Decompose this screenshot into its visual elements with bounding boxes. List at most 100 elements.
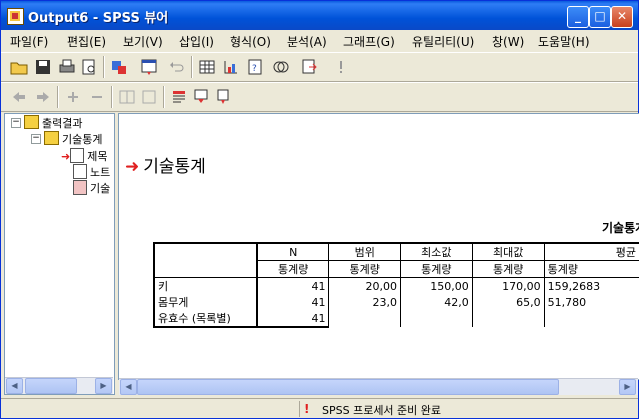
- table-doc-icon: [73, 180, 87, 195]
- menu-window[interactable]: 창(W): [492, 33, 524, 50]
- book-icon: [24, 115, 39, 129]
- scroll-thumb[interactable]: [25, 378, 77, 394]
- designate-window-icon[interactable]: [299, 57, 319, 77]
- menu-graphs[interactable]: 그래프(G): [343, 33, 395, 50]
- table-row: 몸무게 41 23,0 42,0 65,0 51,780: [153, 294, 639, 310]
- cell-value: [328, 310, 401, 327]
- tree-node-label: 기술: [90, 182, 111, 195]
- corner-cell: [153, 260, 257, 278]
- arrow-left-icon[interactable]: [9, 87, 29, 107]
- cell-value: 23,0: [328, 294, 401, 310]
- col-header: 최대값: [471, 242, 545, 261]
- menu-analyze[interactable]: 분석(A): [287, 33, 327, 50]
- goto-data-icon[interactable]: [197, 57, 217, 77]
- title-bar[interactable]: Output6 - SPSS 뷰어 _ □ ✕: [1, 1, 638, 30]
- open-folder-icon[interactable]: [9, 57, 29, 77]
- exclamation-icon[interactable]: [331, 57, 351, 77]
- tree-node-descriptives[interactable]: 기술통계: [44, 131, 103, 146]
- tree-node-label: 노트: [90, 166, 111, 179]
- cell-value: 65,0: [471, 294, 545, 310]
- output-content-pane[interactable]: ➜기술통계 기술통계 N 범위 최소값 최대값 평균 통계량 통계량 통계량 통…: [118, 113, 639, 380]
- print-preview-icon[interactable]: [79, 57, 99, 77]
- col-header: 범위: [328, 242, 401, 261]
- menu-bar: 파일(F) 편집(E) 보기(V) 삽입(I) 형식(O) 분석(A) 그래프(…: [1, 30, 638, 50]
- sub-header: 통계량: [256, 260, 329, 278]
- hide-page-icon[interactable]: [139, 87, 159, 107]
- main-toolbar: ?: [1, 52, 638, 82]
- scroll-right-icon[interactable]: ▶: [95, 378, 112, 394]
- close-button[interactable]: ✕: [611, 6, 633, 28]
- collapse-group-toggle[interactable]: −: [31, 134, 41, 144]
- spss-viewer-window: Output6 - SPSS 뷰어 _ □ ✕ 파일(F) 편집(E) 보기(V…: [0, 0, 639, 419]
- notes-doc-icon: [73, 164, 87, 179]
- status-cell: ! SPSS 프로세서 준비 완료: [299, 401, 635, 417]
- scroll-left-icon[interactable]: ◀: [120, 379, 137, 395]
- current-arrow-icon: ➜: [61, 150, 71, 163]
- cell-value: 150,00: [399, 277, 473, 294]
- cell-value: [399, 310, 473, 327]
- cell-value: 41: [256, 277, 329, 294]
- tree-node-stats-table[interactable]: 기술: [73, 180, 111, 195]
- descriptives-table[interactable]: N 범위 최소값 최대값 평균 통계량 통계량 통계량 통계량 통계량 키 41…: [153, 242, 639, 328]
- recall-dialog-icon[interactable]: [139, 57, 159, 77]
- tree-horizontal-scrollbar[interactable]: ◀ ▶: [5, 377, 113, 394]
- show-book-icon[interactable]: [117, 87, 137, 107]
- scroll-left-icon[interactable]: ◀: [6, 378, 23, 394]
- book-icon: [44, 131, 59, 145]
- scroll-thumb[interactable]: [137, 379, 559, 395]
- insert-text-icon[interactable]: [213, 87, 233, 107]
- tree-node-output[interactable]: 출력결과: [24, 115, 83, 130]
- minimize-button[interactable]: _: [567, 6, 589, 28]
- export-icon[interactable]: [109, 57, 129, 77]
- variables-icon[interactable]: ?: [245, 57, 265, 77]
- menu-insert[interactable]: 삽입(I): [179, 33, 214, 50]
- sub-header: 통계량: [543, 260, 639, 278]
- status-bar: ! SPSS 프로세서 준비 완료: [1, 398, 638, 419]
- goto-chart-icon[interactable]: [221, 57, 241, 77]
- title-doc-icon: [70, 148, 85, 163]
- table-row: 유효수 (목록별) 41: [153, 310, 639, 328]
- col-header: 최소값: [399, 242, 473, 261]
- col-header: N: [256, 242, 329, 261]
- insert-heading-icon[interactable]: [169, 87, 189, 107]
- undo-icon[interactable]: [167, 57, 187, 77]
- row-label: 유효수 (목록별): [153, 310, 257, 328]
- sub-header: 통계량: [328, 260, 401, 278]
- menu-edit[interactable]: 편집(E): [67, 33, 106, 50]
- save-icon[interactable]: [33, 57, 53, 77]
- current-arrow-icon: ➜: [125, 157, 140, 177]
- spss-app-icon: [7, 8, 24, 25]
- cell-value: 42,0: [399, 294, 473, 310]
- expand-plus-icon[interactable]: [63, 87, 83, 107]
- print-icon[interactable]: [57, 57, 77, 77]
- cell-value: [543, 310, 639, 327]
- menu-format[interactable]: 형식(O): [230, 33, 271, 50]
- row-label: 키: [153, 277, 257, 294]
- col-header: 평균: [543, 242, 639, 261]
- menu-utilities[interactable]: 유틸리티(U): [412, 33, 474, 50]
- processor-status-icon: !: [304, 402, 310, 416]
- tree-node-notes[interactable]: 노트: [73, 164, 111, 179]
- maximize-button[interactable]: □: [589, 6, 611, 28]
- content-horizontal-scrollbar[interactable]: ◀ ▶: [119, 378, 638, 395]
- collapse-root-toggle[interactable]: −: [11, 118, 21, 128]
- tree-node-label: 기술통계: [62, 133, 103, 146]
- tree-node-title[interactable]: ➜ 제목: [61, 148, 108, 163]
- cell-value: 51,780: [543, 294, 639, 310]
- use-sets-icon[interactable]: [271, 57, 291, 77]
- menu-help[interactable]: 도움말(H): [538, 33, 590, 50]
- cell-value: 41: [256, 310, 329, 328]
- insert-title-icon[interactable]: [191, 87, 211, 107]
- svg-text:?: ?: [252, 64, 257, 74]
- outline-toolbar: [1, 82, 638, 112]
- tree-node-label: 출력결과: [42, 117, 83, 130]
- arrow-right-icon[interactable]: [33, 87, 53, 107]
- collapse-minus-icon[interactable]: [87, 87, 107, 107]
- heading-text: 기술통계: [143, 157, 206, 177]
- menu-file[interactable]: 파일(F): [10, 33, 48, 50]
- outline-tree-pane[interactable]: − 출력결과 − 기술통계 ➜ 제목 노트 기술: [4, 113, 115, 395]
- menu-view[interactable]: 보기(V): [123, 33, 163, 50]
- tree-node-label: 제목: [87, 150, 108, 163]
- scroll-right-icon[interactable]: ▶: [619, 379, 636, 395]
- output-heading[interactable]: ➜ 기술통계: [125, 152, 206, 177]
